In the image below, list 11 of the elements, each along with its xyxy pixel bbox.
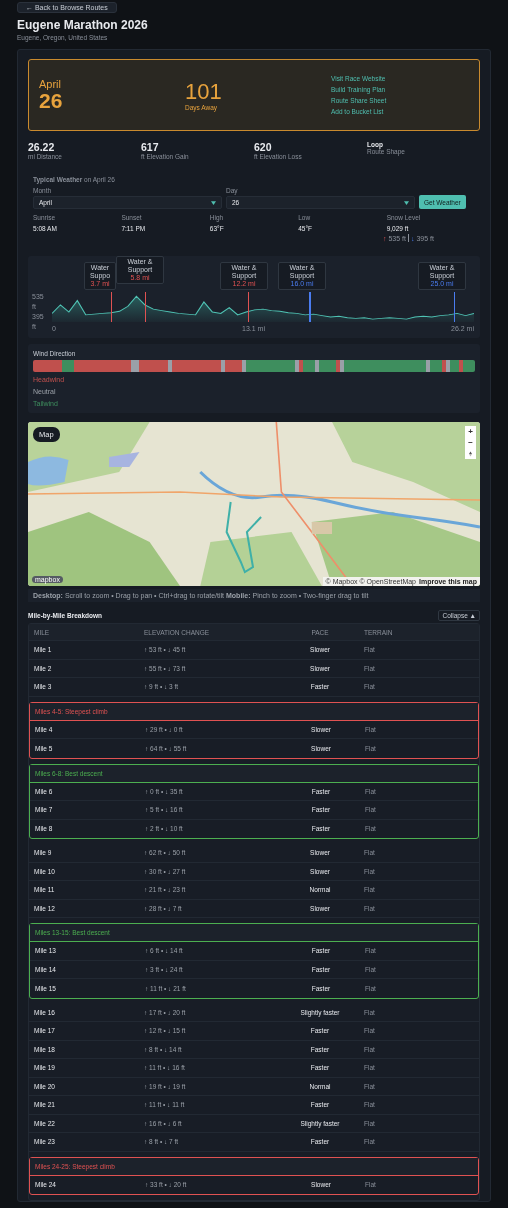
caret-icon (404, 200, 409, 205)
race-day: 26 (39, 90, 185, 112)
stat-value: 26.22 (28, 141, 56, 153)
caret-icon (211, 200, 216, 205)
compass-icon (469, 450, 472, 457)
stat-value: 617 (141, 141, 160, 153)
race-month: April (39, 78, 62, 90)
countdown-number: 101 (185, 79, 223, 104)
race-title: Eugene Marathon 2026 (17, 18, 149, 32)
compass-button[interactable] (465, 448, 476, 459)
stat-value: 620 (254, 141, 273, 153)
